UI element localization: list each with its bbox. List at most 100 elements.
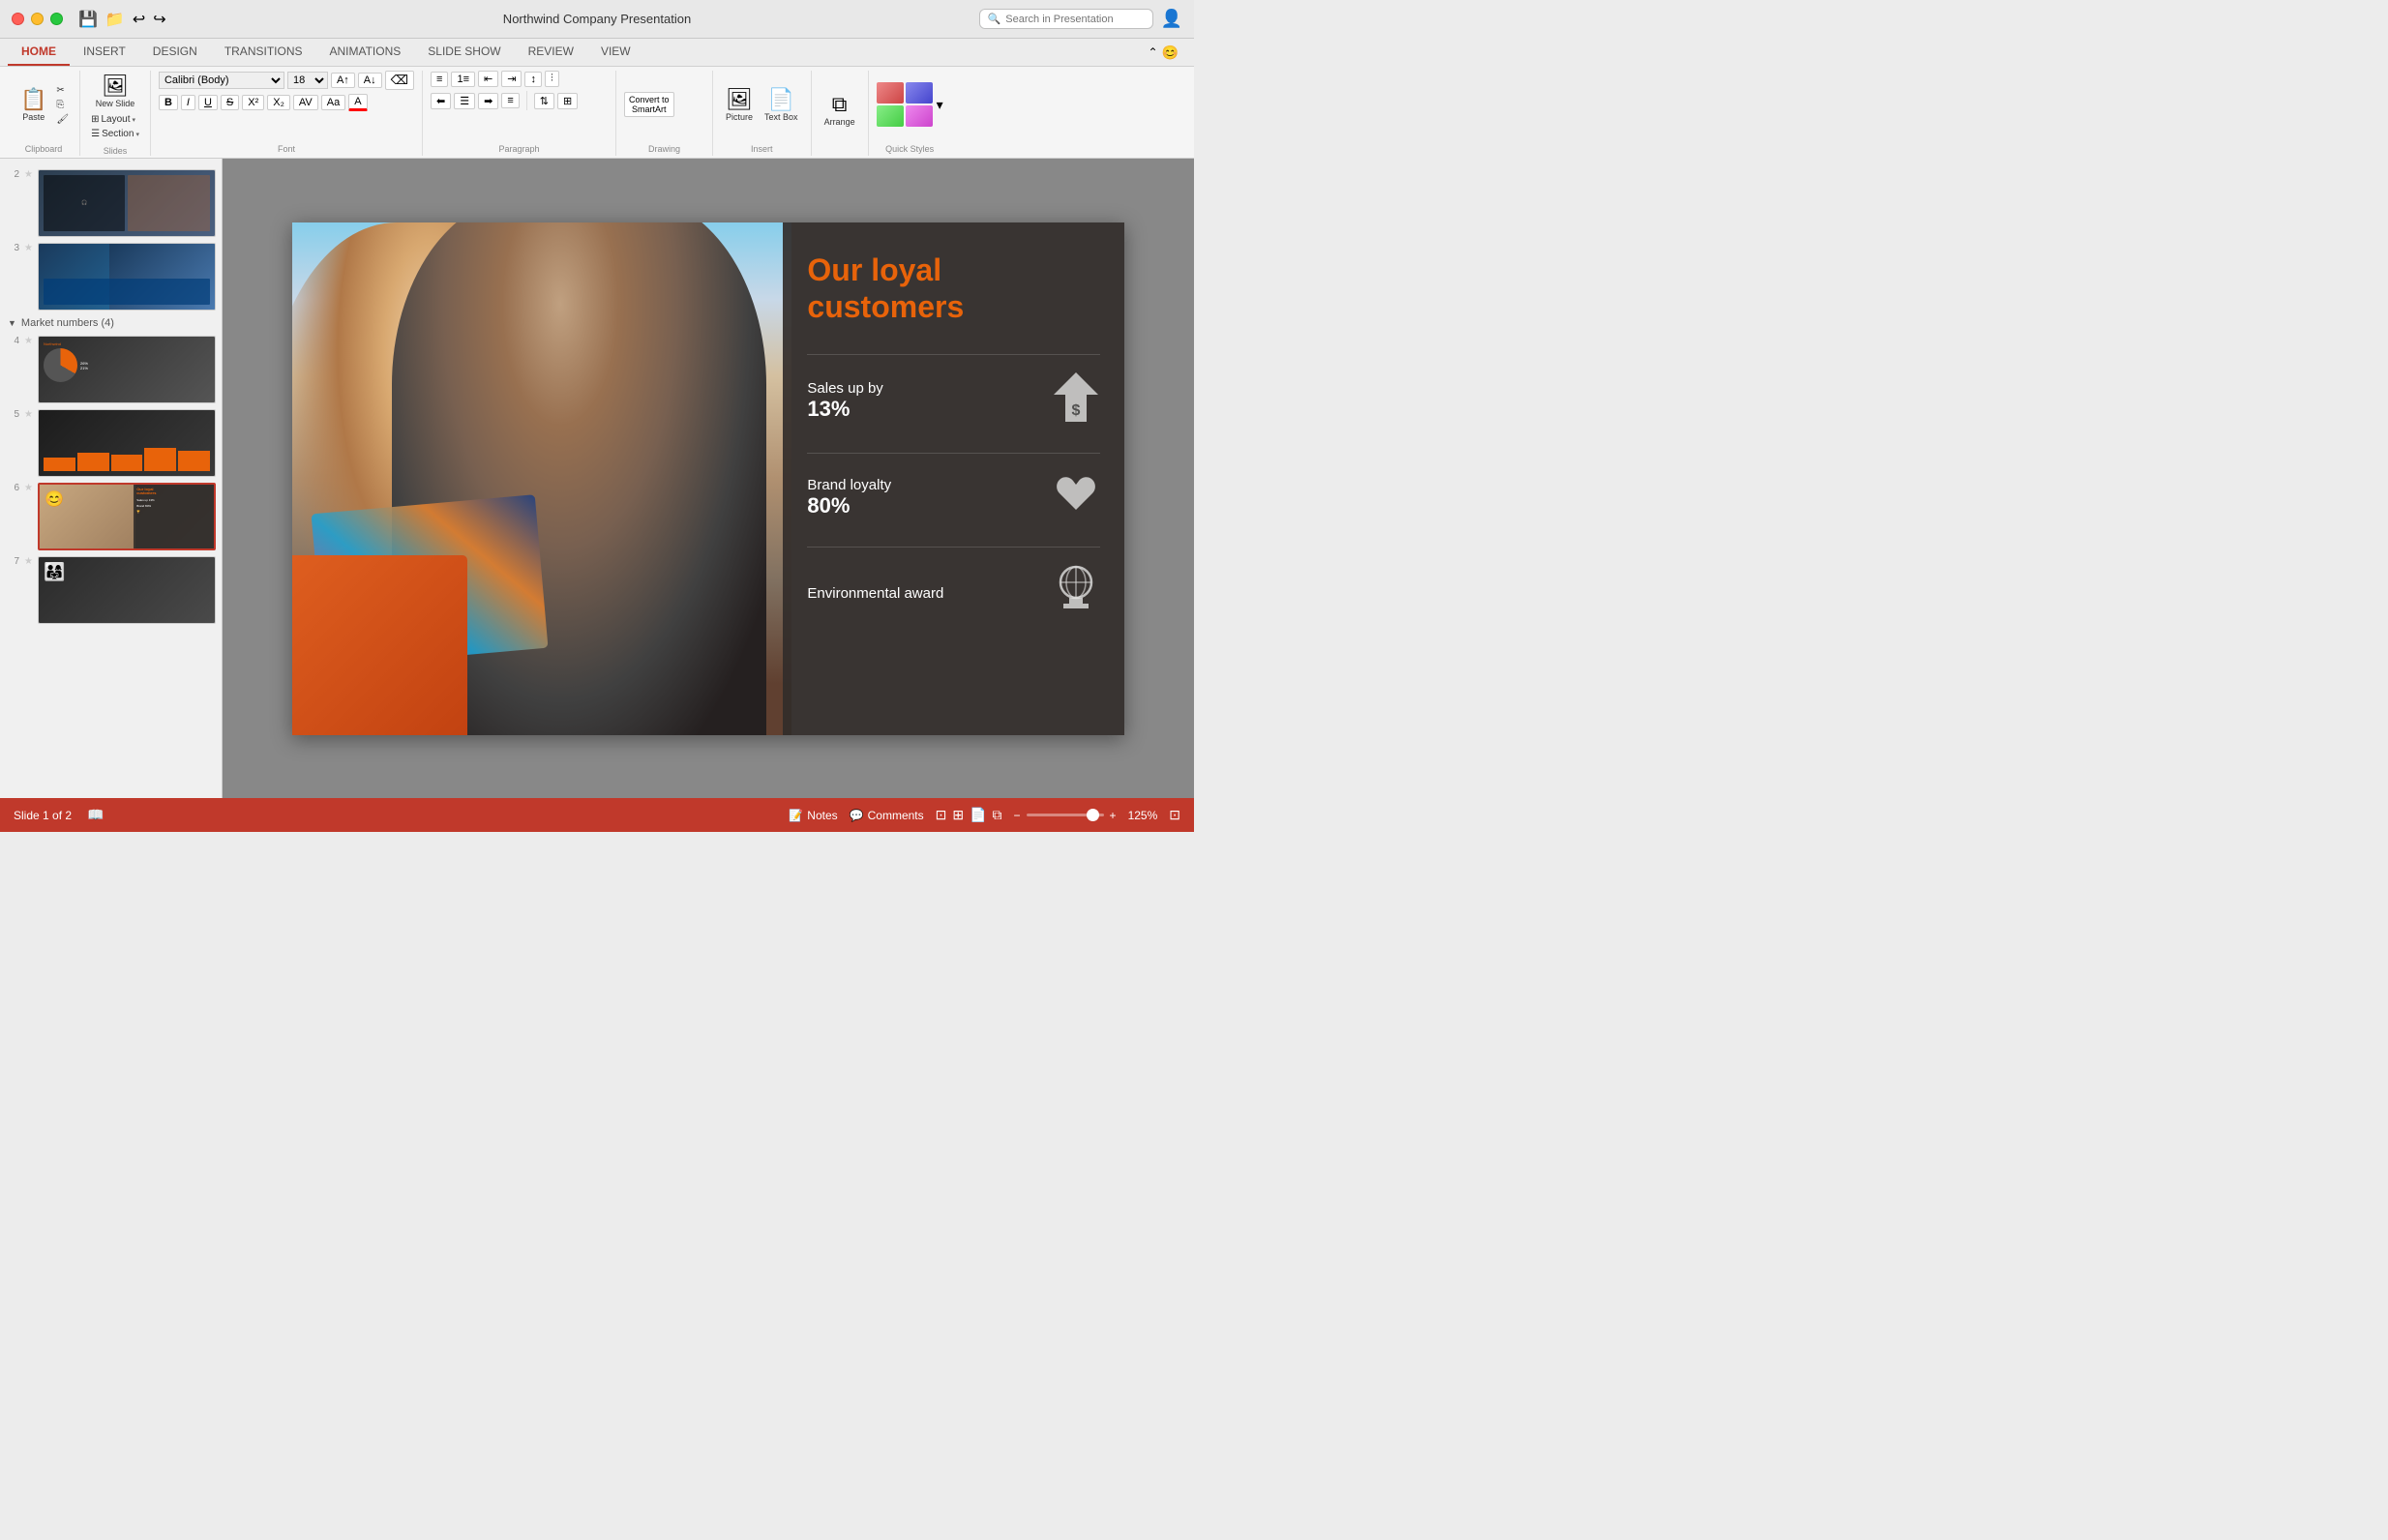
zoom-in-icon[interactable]: + (1110, 809, 1117, 822)
picture-button[interactable]: 🖼 Picture (721, 84, 758, 125)
justify-button[interactable]: ≡ (501, 93, 519, 108)
open-icon[interactable]: 📁 (105, 10, 125, 29)
slide-title: Our loyal customers (807, 252, 1100, 326)
ribbon-collapse-icon[interactable]: ⌃ (1149, 45, 1158, 59)
tab-home[interactable]: HOME (8, 39, 70, 66)
slide-item-3[interactable]: 3 ★ (0, 240, 222, 313)
strikethrough-button[interactable]: S (221, 95, 239, 110)
tab-design[interactable]: DESIGN (139, 39, 211, 66)
normal-view-icon[interactable]: ⊡ (936, 807, 947, 823)
slide-item-5[interactable]: 5 ★ (0, 406, 222, 480)
char-spacing-button[interactable]: AV (293, 95, 318, 110)
user-icon[interactable]: 😊 (1162, 44, 1179, 61)
slide-item-4[interactable]: 4 ★ Northwind 26%21% (0, 333, 222, 406)
tab-insert[interactable]: INSERT (70, 39, 139, 66)
font-color-button[interactable]: A (348, 94, 367, 111)
quick-styles-dropdown[interactable]: ▾ (937, 97, 943, 113)
comments-button[interactable]: 💬 Comments (850, 809, 924, 822)
slide-thumbnail-2[interactable]: 🎧 (38, 169, 216, 237)
zoom-out-icon[interactable]: − (1014, 809, 1021, 822)
tab-animations[interactable]: ANIMATIONS (315, 39, 414, 66)
redo-icon[interactable]: ↪ (153, 10, 165, 29)
ribbon-group-font: Calibri (Body) 18 A↑ A↓ ⌫ B I U S X² X₂ … (151, 71, 423, 156)
align-center-button[interactable]: ☰ (454, 93, 475, 109)
text-case-button[interactable]: Aa (321, 95, 345, 110)
numbering-button[interactable]: 1≡ (451, 72, 475, 87)
font-family-select[interactable]: Calibri (Body) (159, 72, 284, 89)
slide-item-6[interactable]: 6 ★ 😊 Our loyalcustomers Sales up 13% Br… (0, 480, 222, 553)
book-icon[interactable]: 📖 (87, 807, 104, 823)
layout-button[interactable]: ⊞ Layout ▾ (88, 113, 142, 126)
paste-button[interactable]: 📋 Paste (15, 84, 51, 125)
bullets-button[interactable]: ≡ (431, 72, 448, 87)
section-header[interactable]: ▼ Market numbers (4) (0, 313, 222, 333)
font-size-select[interactable]: 18 (287, 72, 328, 89)
search-box[interactable]: 🔍 (979, 9, 1153, 29)
quick-style-4[interactable] (906, 105, 933, 127)
tab-view[interactable]: VIEW (587, 39, 644, 66)
align-right-button[interactable]: ➡ (478, 93, 498, 109)
cut-button[interactable]: ✂ (53, 84, 72, 97)
copy-button[interactable]: ⎘ (53, 99, 72, 111)
bold-button[interactable]: B (159, 95, 178, 110)
layout-dropdown-arrow: ▾ (133, 116, 136, 124)
slide-item-7[interactable]: 7 ★ 👨‍👩‍👧 (0, 553, 222, 627)
minimize-button[interactable] (31, 13, 44, 25)
zoom-control[interactable]: − + (1014, 809, 1117, 822)
tab-slideshow[interactable]: SLIDE SHOW (414, 39, 514, 66)
section-button[interactable]: ☰ Section ▾ (88, 128, 142, 140)
ribbon-group-insert: 🖼 Picture 📄 Text Box Insert (713, 71, 812, 156)
fit-slide-icon[interactable]: ⊡ (1169, 807, 1180, 823)
slide-thumbnail-6[interactable]: 😊 Our loyalcustomers Sales up 13% Brand … (38, 483, 216, 550)
slide-canvas[interactable]: Our loyal customers Sales up by 13% $ (292, 222, 1124, 735)
tab-review[interactable]: REVIEW (515, 39, 587, 66)
align-left-button[interactable]: ⬅ (431, 93, 451, 109)
align-text-button[interactable]: ⊞ (557, 93, 578, 109)
arrange-button[interactable]: ⧉ Arrange (820, 89, 860, 130)
zoom-slider[interactable] (1027, 814, 1104, 816)
format-painter-button[interactable]: 🖌 (53, 113, 72, 126)
new-slide-button[interactable]: 🖼 New Slide (88, 71, 142, 111)
slide-thumbnail-7[interactable]: 👨‍👩‍👧 (38, 556, 216, 624)
slide-item-2[interactable]: 2 ★ 🎧 (0, 166, 222, 240)
tab-transitions[interactable]: TRANSITIONS (211, 39, 316, 66)
svg-text:$: $ (1072, 402, 1081, 419)
paragraph-group-label: Paragraph (431, 142, 608, 156)
quick-style-1[interactable] (877, 82, 904, 104)
italic-button[interactable]: I (181, 95, 195, 110)
slide-thumbnail-5[interactable] (38, 409, 216, 477)
subscript-button[interactable]: X₂ (267, 95, 290, 110)
increase-indent-button[interactable]: ⇥ (501, 71, 522, 87)
quick-style-3[interactable] (877, 105, 904, 127)
title-bar: 💾 📁 ↩ ↪ Northwind Company Presentation 🔍… (0, 0, 1194, 39)
clear-formatting-button[interactable]: ⌫ (385, 71, 414, 90)
status-bar: Slide 1 of 2 📖 📝 Notes 💬 Comments ⊡ ⊞ 📄 … (0, 798, 1194, 832)
slide-sorter-icon[interactable]: ⊞ (952, 807, 964, 823)
decrease-indent-button[interactable]: ⇤ (478, 71, 498, 87)
maximize-button[interactable] (50, 13, 63, 25)
drawing-group-label: Drawing (624, 142, 704, 156)
font-size-decrease-button[interactable]: A↓ (358, 73, 382, 88)
columns-button[interactable]: ⫶ (545, 71, 559, 87)
underline-button[interactable]: U (198, 95, 218, 110)
line-spacing-button[interactable]: ↕ (524, 72, 542, 87)
convert-smartart-button[interactable]: Convert toSmartArt (624, 92, 674, 117)
window-controls[interactable] (12, 13, 63, 25)
loyalty-icon (1052, 469, 1100, 525)
font-size-increase-button[interactable]: A↑ (331, 73, 355, 88)
quick-style-2[interactable] (906, 82, 933, 104)
textbox-button[interactable]: 📄 Text Box (760, 84, 803, 125)
close-button[interactable] (12, 13, 24, 25)
superscript-button[interactable]: X² (242, 95, 264, 110)
account-icon[interactable]: 👤 (1161, 9, 1182, 29)
reading-view-icon[interactable]: 📄 (970, 807, 986, 823)
save-icon[interactable]: 💾 (78, 10, 98, 29)
slide-thumbnail-4[interactable]: Northwind 26%21% (38, 336, 216, 403)
ribbon-tabs: HOME INSERT DESIGN TRANSITIONS ANIMATION… (0, 39, 1194, 67)
undo-icon[interactable]: ↩ (133, 10, 145, 29)
presenter-view-icon[interactable]: ⧉ (993, 807, 1002, 823)
search-input[interactable] (1005, 14, 1141, 25)
text-direction-button[interactable]: ⇅ (534, 93, 554, 109)
notes-button[interactable]: 📝 Notes (789, 809, 837, 822)
slide-thumbnail-3[interactable] (38, 243, 216, 311)
